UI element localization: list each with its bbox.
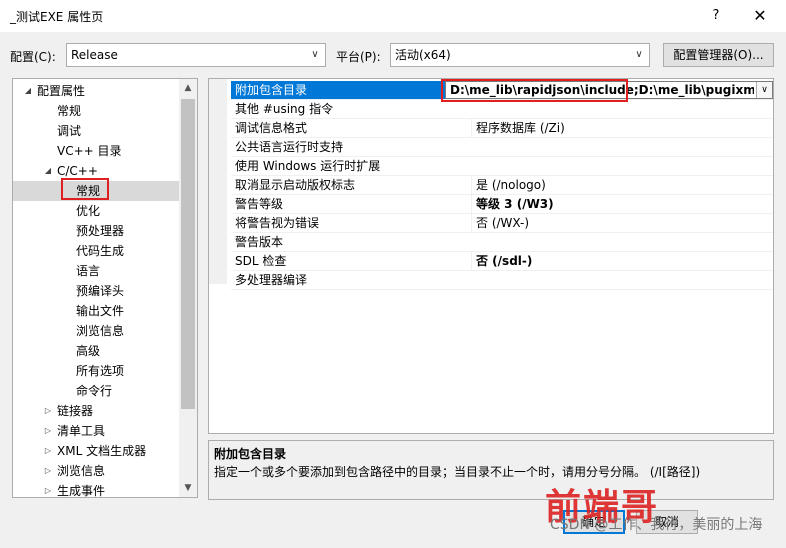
tree-item-label: 输出文件 <box>76 304 125 318</box>
platform-value: 活动(x64) <box>395 48 451 62</box>
tree-item-label: 清单工具 <box>57 424 106 438</box>
highlight-box <box>441 79 628 102</box>
chevron-down-icon[interactable]: ∨ <box>756 82 772 98</box>
property-name: 取消显示启动版权标志 <box>235 178 356 192</box>
tree-item[interactable]: 所有选项 <box>13 361 179 381</box>
tree-item-label: XML 文档生成器 <box>57 444 147 458</box>
property-value: 是 (/nologo) <box>471 176 773 194</box>
property-row[interactable]: 使用 Windows 运行时扩展 <box>231 157 773 176</box>
tree-item[interactable]: ◢ 配置属性 <box>13 81 179 101</box>
scroll-down-icon[interactable]: ▼ <box>179 479 197 497</box>
tree-item-label: 常规 <box>57 104 82 118</box>
tree-item-label: 代码生成 <box>76 244 125 258</box>
close-button[interactable]: ✕ <box>748 4 772 28</box>
property-name: 其他 #using 指令 <box>235 102 334 116</box>
tree-item-label: 预编译头 <box>76 284 125 298</box>
tree-item-label: 浏览信息 <box>57 464 106 478</box>
collapse-arrow-icon[interactable]: ◢ <box>23 81 33 101</box>
watermark-csdn: CSDN @工作、我行，美丽的上海 <box>550 517 763 533</box>
tree-item-label: VC++ 目录 <box>57 144 122 158</box>
property-name: 将警告视为错误 <box>235 216 320 230</box>
property-row[interactable]: 公共语言运行时支持 <box>231 138 773 157</box>
config-combo[interactable]: Release ∨ <box>66 43 326 67</box>
tree-item-label: 调试 <box>57 124 82 138</box>
expand-arrow-icon[interactable]: ▷ <box>43 481 53 497</box>
property-value: 程序数据库 (/Zi) <box>471 119 773 137</box>
property-row[interactable]: 多处理器编译 <box>231 271 773 290</box>
platform-label: 平台(P): <box>336 50 381 64</box>
property-row[interactable]: 将警告视为错误 否 (/WX-) <box>231 214 773 233</box>
tree-item-label: 浏览信息 <box>76 324 125 338</box>
tree-item-label: 优化 <box>76 204 101 218</box>
tree-item[interactable]: ▷ 生成事件 <box>13 481 179 498</box>
tree-item[interactable]: ▷ 链接器 <box>13 401 179 421</box>
property-row[interactable]: 警告版本 <box>231 233 773 252</box>
property-row[interactable]: SDL 检查 否 (/sdl-) <box>231 252 773 271</box>
expand-arrow-icon[interactable]: ▷ <box>43 441 53 461</box>
property-row[interactable]: 警告等级 等级 3 (/W3) <box>231 195 773 214</box>
property-name: 使用 Windows 运行时扩展 <box>235 159 381 173</box>
config-manager-button[interactable]: 配置管理器(O)... <box>663 43 774 67</box>
tree-item-label: 预处理器 <box>76 224 125 238</box>
property-row[interactable]: 其他 #using 指令 <box>231 100 773 119</box>
tree-item-label: 命令行 <box>76 384 113 398</box>
help-button[interactable]: ? <box>706 6 726 26</box>
config-value: Release <box>71 48 118 62</box>
property-value: 否 (/WX-) <box>471 214 773 232</box>
expand-arrow-icon[interactable]: ▷ <box>43 461 53 481</box>
highlight-box <box>61 178 109 200</box>
tree-item[interactable]: 高级 <box>13 341 179 361</box>
expand-arrow-icon[interactable]: ▷ <box>43 421 53 441</box>
config-label: 配置(C): <box>10 50 56 64</box>
tree-item[interactable]: 预处理器 <box>13 221 179 241</box>
tree-item[interactable]: 常规 <box>13 101 179 121</box>
description-panel: 附加包含目录 指定一个或多个要添加到包含路径中的目录；当目录不止一个时，请用分号… <box>208 440 774 500</box>
tree-item[interactable]: 输出文件 <box>13 301 179 321</box>
chevron-down-icon: ∨ <box>635 49 643 60</box>
tree-item[interactable]: 调试 <box>13 121 179 141</box>
property-row[interactable]: 调试信息格式 程序数据库 (/Zi) <box>231 119 773 138</box>
grid-gutter <box>209 79 227 284</box>
property-tree: ◢ 配置属性 常规 调试 VC++ 目录 ◢ C/C++ 常规 优化 预处理器 代码生成 语言 预编译头… <box>12 78 198 498</box>
property-value: 否 (/sdl-) <box>471 252 773 270</box>
tree-item-label: 链接器 <box>57 404 94 418</box>
property-value: 等级 3 (/W3) <box>471 195 773 213</box>
scroll-up-icon[interactable]: ▲ <box>179 79 197 97</box>
title-bar: _测试EXE 属性页 ? ✕ <box>0 0 786 32</box>
tree-item[interactable]: ▷ XML 文档生成器 <box>13 441 179 461</box>
description-title: 附加包含目录 <box>214 447 287 461</box>
property-name: 附加包含目录 <box>235 83 308 97</box>
property-name: 多处理器编译 <box>235 273 308 287</box>
tree-item-label: 所有选项 <box>76 364 125 378</box>
expand-arrow-icon[interactable]: ▷ <box>43 401 53 421</box>
property-name: 公共语言运行时支持 <box>235 140 344 154</box>
tree-item[interactable]: 命令行 <box>13 381 179 401</box>
property-name: 警告等级 <box>235 197 284 211</box>
tree-item[interactable]: ▷ 浏览信息 <box>13 461 179 481</box>
tree-item[interactable]: VC++ 目录 <box>13 141 179 161</box>
property-name: 警告版本 <box>235 235 284 249</box>
tree-item[interactable]: ▷ 清单工具 <box>13 421 179 441</box>
property-name: SDL 检查 <box>235 254 287 268</box>
window-title: _测试EXE 属性页 <box>10 10 104 24</box>
property-row[interactable]: 取消显示启动版权标志 是 (/nologo) <box>231 176 773 195</box>
tree-item[interactable]: 优化 <box>13 201 179 221</box>
tree-item[interactable]: 浏览信息 <box>13 321 179 341</box>
property-grid: 附加包含目录 D:\me_lib\rapidjson\include;D:\me_… <box>208 78 774 434</box>
platform-combo[interactable]: 活动(x64) ∨ <box>390 43 650 67</box>
property-name: 调试信息格式 <box>235 121 308 135</box>
scroll-thumb[interactable] <box>181 99 195 409</box>
tree-item-label: 高级 <box>76 344 101 358</box>
tree-item[interactable]: 语言 <box>13 261 179 281</box>
tree-item-label: 配置属性 <box>37 84 86 98</box>
tree-item[interactable]: 预编译头 <box>13 281 179 301</box>
tree-item[interactable]: 代码生成 <box>13 241 179 261</box>
tree-item-label: 语言 <box>76 264 101 278</box>
collapse-arrow-icon[interactable]: ◢ <box>43 161 53 181</box>
tree-item-label: 生成事件 <box>57 484 106 498</box>
chevron-down-icon: ∨ <box>311 49 319 60</box>
tree-scrollbar[interactable]: ▲ ▼ <box>179 79 197 497</box>
